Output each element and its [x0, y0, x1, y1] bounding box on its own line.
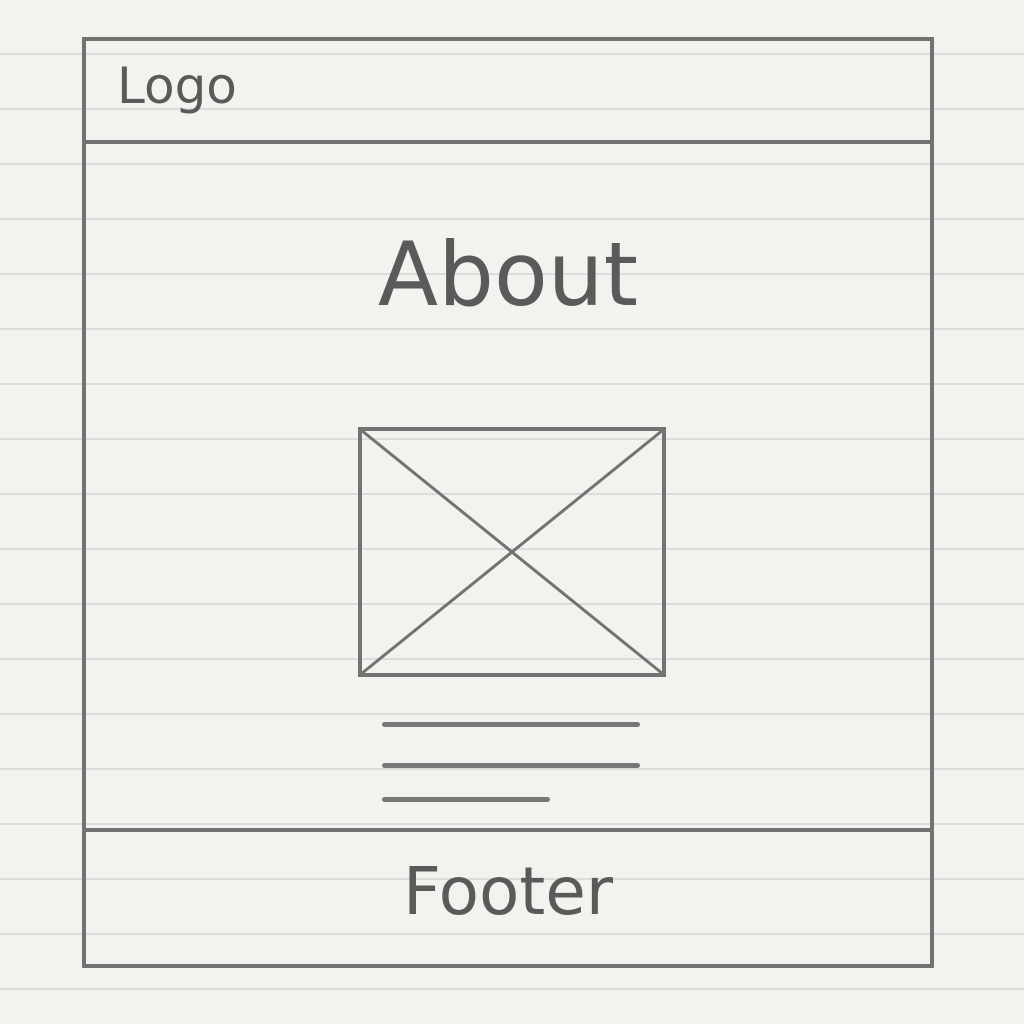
image-placeholder-icon: [358, 427, 666, 677]
header: Logo: [86, 41, 930, 144]
text-placeholder-line: [382, 763, 640, 768]
text-placeholder-line: [382, 797, 550, 802]
footer-label: Footer: [403, 853, 613, 930]
text-placeholder-line: [382, 722, 640, 727]
logo[interactable]: Logo: [117, 59, 237, 114]
wireframe-page: Logo About Footer: [82, 37, 934, 968]
page-title: About: [377, 223, 639, 326]
footer: Footer: [86, 828, 930, 964]
